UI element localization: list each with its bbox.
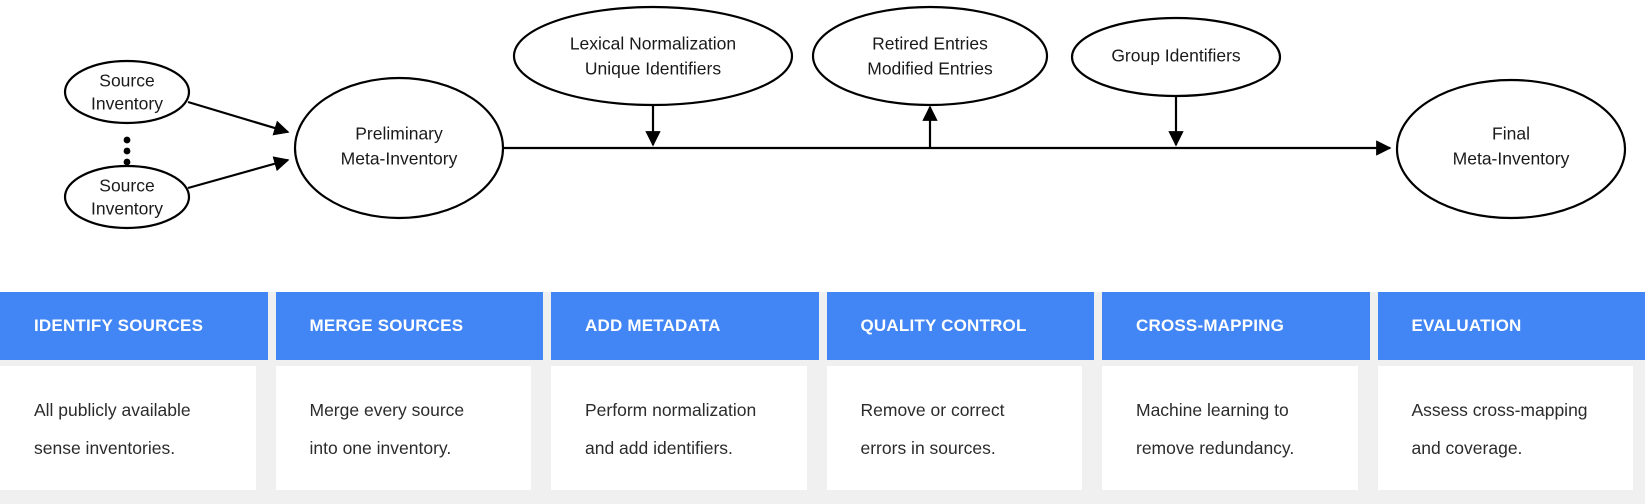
stage-card-description-line: errors in sources. [860,437,996,458]
node-source-inventory-bottom: Source Inventory [63,164,191,230]
stage-card-merge-sources: MERGE SOURCES Merge every source into on… [275,292,543,504]
stage-card-header: ADD METADATA [551,292,819,360]
stage-card-description: Machine learning to remove redundancy. [1136,392,1324,467]
stage-card-title: EVALUATION [1411,316,1522,335]
stage-card-description: All publicly available sense inventories… [34,392,222,467]
stage-card-description-line: sense inventories. [34,437,176,458]
node-label-line: Lexical Normalization [570,34,736,54]
diagram-canvas: Source Inventory Source Inventory Prelim… [63,5,1627,230]
node-label-line: Final [1492,124,1530,144]
stage-card-body: Merge every source into one inventory. [275,366,531,490]
stage-card-evaluation: EVALUATION Assess cross-mapping and cove… [1377,292,1645,504]
stage-card-body: Machine learning to remove redundancy. [1102,366,1358,490]
stage-card-header: CROSS-MAPPING [1102,292,1370,360]
edge-source-top-to-preliminary [187,100,290,136]
stage-card-header: QUALITY CONTROL [826,292,1094,360]
node-label-line: Modified Entries [867,59,993,79]
node-label-line: Group Identifiers [1111,46,1241,66]
node-label-line: Meta-Inventory [1453,149,1570,169]
node-label-line: Inventory [91,199,163,219]
stage-card-description-line: All publicly available [34,400,191,420]
node-label-line: Inventory [91,94,163,114]
stage-card-description: Remove or correct errors in sources. [861,392,1049,467]
stage-card-description-line: into one inventory. [309,437,452,458]
stage-cards: IDENTIFY SOURCES All publicly available … [0,268,1645,504]
stage-card-title: IDENTIFY SOURCES [34,316,204,335]
stage-card-body: Remove or correct errors in sources. [826,366,1082,490]
stage-card-description-line: Machine learning to [1136,400,1289,420]
stage-card-description-line: Remove or correct [860,400,1005,420]
stage-card-body: Perform normalization and add identifier… [551,366,807,490]
node-label-line: Preliminary [355,124,443,144]
node-source-inventory-top: Source Inventory [63,59,191,125]
stage-card-cross-mapping: CROSS-MAPPING Machine learning to remove… [1102,292,1370,504]
stage-card-description: Assess cross-mapping and coverage. [1412,392,1600,467]
stage-card-add-metadata: ADD METADATA Perform normalization and a… [551,292,819,504]
stage-card-header: EVALUATION [1377,292,1645,360]
stage-card-description-line: and coverage. [1411,437,1523,458]
stage-card-description: Merge every source into one inventory. [310,392,498,467]
stage-card-description-line: and add identifiers. [585,437,733,458]
stage-card-description-line: Perform normalization [585,400,757,420]
node-group-identifiers: Group Identifiers [1070,16,1282,98]
stage-card-body: All publicly available sense inventories… [0,366,256,490]
pipeline-diagram: Source Inventory Source Inventory Prelim… [0,0,1645,268]
stage-card-body: Assess cross-mapping and coverage. [1377,366,1633,490]
stage-card-title: MERGE SOURCES [309,316,464,335]
stage-card-description-line: remove redundancy. [1136,437,1295,458]
page-root: Source Inventory Source Inventory Prelim… [0,0,1645,504]
vertical-ellipsis-icon [123,136,131,166]
node-label-line: Retired Entries [872,34,988,54]
stage-card-title: ADD METADATA [585,316,721,335]
stage-card-description: Perform normalization and add identifier… [585,392,773,467]
edge-source-bottom-to-preliminary [187,156,290,190]
node-label-line: Source [99,176,154,196]
node-final-meta-inventory: Final Meta-Inventory [1395,78,1627,220]
stage-card-quality-control: QUALITY CONTROL Remove or correct errors… [826,292,1094,504]
node-retired-entries: Retired Entries Modified Entries [811,5,1049,107]
node-label-line: Meta-Inventory [341,149,458,169]
stage-card-identify-sources: IDENTIFY SOURCES All publicly available … [0,292,268,504]
node-lexical-normalization: Lexical Normalization Unique Identifiers [512,5,794,107]
stage-card-title: QUALITY CONTROL [860,316,1027,335]
node-preliminary-meta-inventory: Preliminary Meta-Inventory [293,76,505,220]
stage-card-description-line: Assess cross-mapping [1411,400,1588,420]
stage-card-description-line: Merge every source [309,400,465,420]
stage-card-header: MERGE SOURCES [275,292,543,360]
stage-card-header: IDENTIFY SOURCES [0,292,268,360]
node-label-line: Source [99,71,154,91]
node-label-line: Unique Identifiers [585,59,721,79]
stage-card-title: CROSS-MAPPING [1136,316,1285,335]
